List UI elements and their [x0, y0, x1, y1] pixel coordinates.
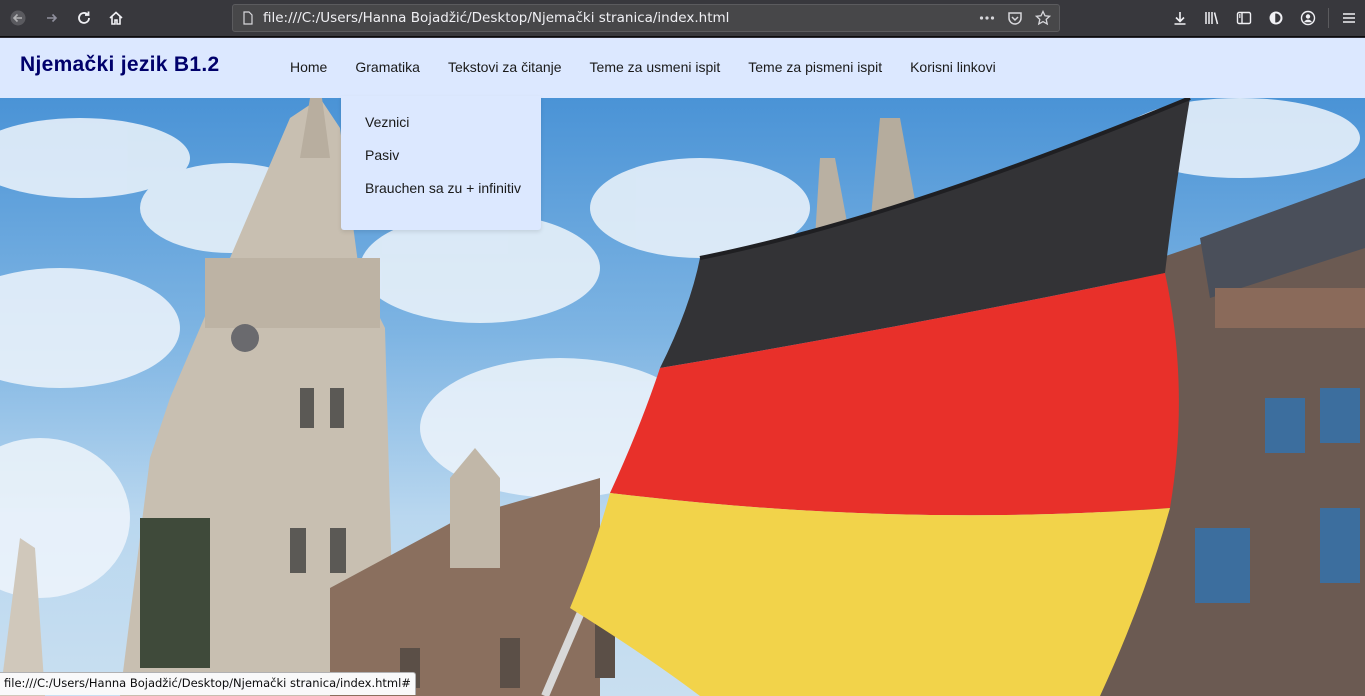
- bookmark-button[interactable]: [1031, 8, 1055, 28]
- forward-button[interactable]: [38, 4, 66, 32]
- pocket-button[interactable]: [1003, 8, 1027, 28]
- library-button[interactable]: [1196, 4, 1228, 32]
- site-brand[interactable]: Njemački jezik B1.2: [20, 53, 219, 77]
- nav-usmeni-ispit[interactable]: Teme za usmeni ispit: [576, 38, 735, 98]
- more-icon: [979, 16, 995, 20]
- download-icon: [1174, 12, 1186, 25]
- gramatika-dropdown: Veznici Pasiv Brauchen sa zu + infinitiv: [341, 96, 541, 230]
- web-page: Njemački jezik B1.2 Home Gramatika Tekst…: [0, 38, 1365, 696]
- url-bar[interactable]: file:///C:/Users/Hanna Bojadžić/Desktop/…: [232, 4, 1060, 32]
- pocket-icon: [1008, 12, 1022, 25]
- back-button[interactable]: [4, 4, 32, 32]
- toolbar-separator: [1328, 8, 1329, 28]
- reload-button[interactable]: [70, 4, 98, 32]
- hero-illustration: [0, 98, 1365, 696]
- nav-pismeni-ispit[interactable]: Teme za pismeni ispit: [734, 38, 896, 98]
- dropdown-item-veznici[interactable]: Veznici: [365, 114, 525, 131]
- bookmark-star-icon: [1035, 10, 1051, 26]
- dropdown-item-pasiv[interactable]: Pasiv: [365, 147, 525, 164]
- page-icon: [243, 11, 253, 25]
- url-text[interactable]: file:///C:/Users/Hanna Bojadžić/Desktop/…: [263, 10, 729, 26]
- menu-icon: [1343, 13, 1355, 23]
- nav-tekstovi[interactable]: Tekstovi za čitanje: [434, 38, 576, 98]
- nav-home[interactable]: Home: [276, 38, 341, 98]
- sidebar-icon: [1236, 11, 1252, 25]
- back-icon: [10, 10, 26, 26]
- main-nav: Home Gramatika Tekstovi za čitanje Teme …: [276, 38, 1010, 98]
- nav-gramatika[interactable]: Gramatika: [341, 38, 434, 98]
- downloads-button[interactable]: [1164, 4, 1196, 32]
- forward-icon: [47, 13, 58, 23]
- sidebar-button[interactable]: [1228, 4, 1260, 32]
- home-button[interactable]: [102, 4, 130, 32]
- page-actions-button[interactable]: [975, 8, 999, 28]
- library-icon: [1205, 12, 1219, 25]
- account-icon: [1300, 10, 1316, 26]
- dropdown-item-brauchen[interactable]: Brauchen sa zu + infinitiv: [365, 180, 525, 197]
- shield-icon: [1269, 11, 1283, 25]
- hero-image: [0, 98, 1365, 696]
- nav-korisni-linkovi[interactable]: Korisni linkovi: [896, 38, 1010, 98]
- status-bar-link: file:///C:/Users/Hanna Bojadžić/Desktop/…: [0, 672, 416, 695]
- tracking-protection-button[interactable]: [1260, 4, 1292, 32]
- account-button[interactable]: [1292, 4, 1324, 32]
- site-navbar: Njemački jezik B1.2 Home Gramatika Tekst…: [0, 38, 1365, 98]
- home-icon: [109, 11, 123, 25]
- reload-icon: [78, 11, 90, 24]
- browser-toolbar: file:///C:/Users/Hanna Bojadžić/Desktop/…: [0, 0, 1365, 37]
- menu-button[interactable]: [1333, 4, 1365, 32]
